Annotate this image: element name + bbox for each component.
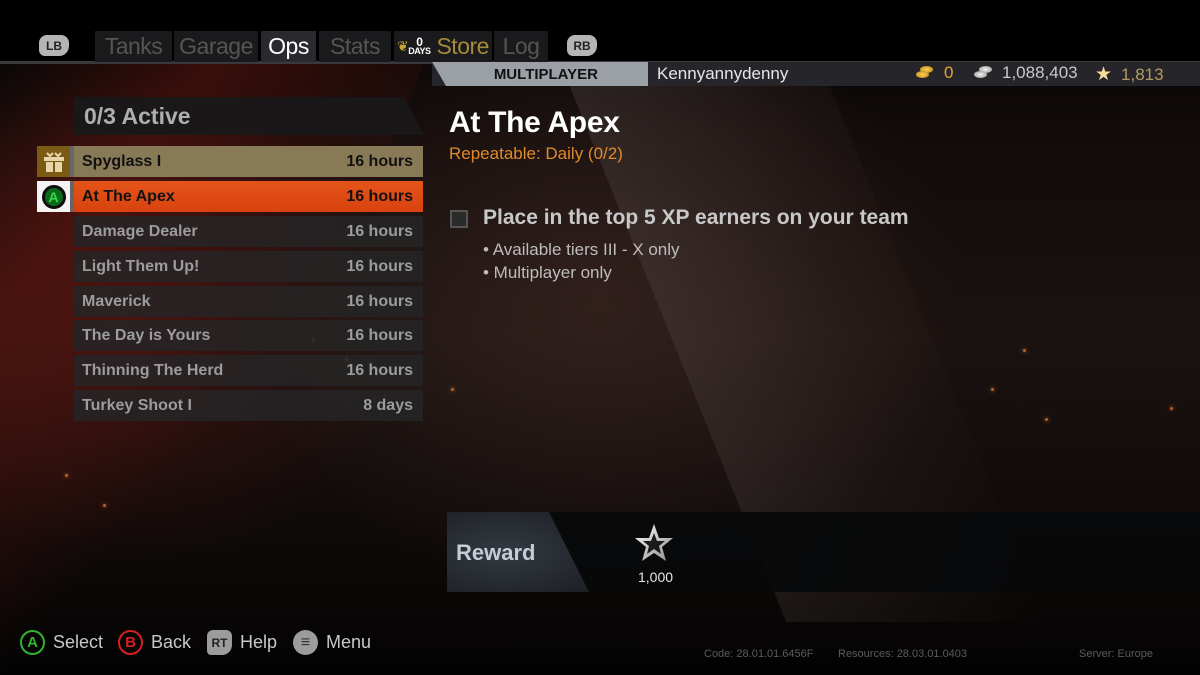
select-hint[interactable]: A Select (20, 630, 103, 655)
op-time: 16 hours (346, 152, 413, 170)
op-item-the-day-is-yours[interactable]: The Day is Yours 16 hours (74, 320, 423, 351)
gold-coins-icon (916, 66, 936, 80)
op-name: Light Them Up! (82, 257, 200, 275)
silver-coins-icon (974, 66, 994, 80)
op-repeatable-status: Repeatable: Daily (0/2) (449, 144, 623, 163)
op-item-at-the-apex[interactable]: At The Apex 16 hours (74, 181, 423, 212)
menu-hint[interactable]: ≡ Menu (293, 630, 371, 655)
reward-value: 1,000 (638, 569, 674, 585)
ember-particle (1170, 407, 1173, 410)
op-item-light-them-up[interactable]: Light Them Up! 16 hours (74, 251, 423, 282)
xp-star-icon (635, 524, 673, 561)
op-time: 16 hours (346, 187, 413, 205)
op-title: At The Apex (449, 106, 620, 139)
objective-checkbox (450, 210, 468, 228)
tab-garage[interactable]: Garage (174, 31, 258, 62)
back-hint[interactable]: B Back (118, 630, 191, 655)
tab-ops[interactable]: Ops (261, 31, 316, 62)
back-hint-label: Back (151, 632, 192, 652)
condition-tiers: • Available tiers III - X only (483, 240, 680, 259)
op-item-thinning-the-herd[interactable]: Thinning The Herd 16 hours (74, 355, 423, 386)
menu-icon: ≡ (293, 630, 318, 655)
op-name: Maverick (82, 292, 151, 310)
username: Kennyannydenny (657, 64, 789, 83)
rb-bumper-button[interactable]: RB (567, 35, 597, 56)
ember-particle (991, 388, 994, 391)
star-icon: ★ (1095, 64, 1113, 85)
credits-balance: 1,088,403 (974, 63, 1078, 83)
reward-label: Reward (456, 540, 536, 565)
lb-bumper-button[interactable]: LB (39, 35, 69, 56)
mode-tab-multiplayer[interactable]: MULTIPLAYER (432, 62, 648, 86)
op-name: Thinning The Herd (82, 361, 224, 379)
condition-multiplayer: • Multiplayer only (483, 263, 612, 282)
op-time: 16 hours (346, 361, 413, 379)
menu-hint-label: Menu (326, 632, 372, 652)
b-button-icon: B (118, 630, 143, 655)
select-hint-label: Select (53, 632, 104, 652)
gold-amount: 0 (944, 63, 954, 82)
a-glyph: A (41, 184, 66, 209)
a-button-icon: A (20, 630, 45, 655)
ember-particle (1023, 349, 1026, 352)
server-region: Server: Europe (1079, 648, 1153, 660)
credits-amount: 1,088,403 (1002, 63, 1078, 82)
laurel-icon: ❦ (397, 38, 409, 54)
code-version: Code: 28.01.01.6456F (704, 648, 814, 660)
tab-tanks[interactable]: Tanks (95, 31, 172, 62)
rt-trigger-icon: RT (207, 630, 232, 655)
ember-particle (65, 474, 68, 477)
days-badge: 0 DAYS (408, 36, 431, 56)
days-badge-label: DAYS (408, 45, 431, 56)
free-xp-balance: ★ 1,813 (1095, 63, 1164, 86)
op-name: The Day is Yours (82, 326, 211, 344)
ember-particle (103, 504, 106, 507)
op-time: 16 hours (346, 292, 413, 310)
ember-particle (451, 388, 454, 391)
objective-text: Place in the top 5 XP earners on your te… (483, 206, 909, 229)
op-time: 16 hours (346, 326, 413, 344)
op-name: Turkey Shoot I (82, 396, 192, 414)
resources-version: Resources: 28.03.01.0403 (838, 648, 968, 660)
op-item-spyglass[interactable]: Spyglass I 16 hours (74, 146, 423, 177)
tab-log[interactable]: Log (494, 31, 548, 62)
op-name: At The Apex (82, 187, 175, 205)
free-xp-amount: 1,813 (1121, 64, 1164, 84)
tab-store[interactable]: ❦ 0 DAYS Store (394, 31, 492, 62)
gift-icon (37, 146, 70, 177)
op-name: Damage Dealer (82, 222, 198, 240)
tab-stats[interactable]: Stats (319, 31, 391, 62)
op-time: 16 hours (346, 222, 413, 240)
a-button-icon: A (37, 181, 70, 212)
help-hint-label: Help (240, 632, 278, 652)
help-hint[interactable]: RT Help (207, 630, 277, 655)
op-item-turkey-shoot[interactable]: Turkey Shoot I 8 days (74, 390, 423, 421)
op-name: Spyglass I (82, 152, 162, 170)
gold-balance: 0 (916, 63, 953, 83)
tab-store-label: Store (436, 33, 489, 59)
op-item-maverick[interactable]: Maverick 16 hours (74, 286, 423, 317)
ember-particle (1045, 418, 1048, 421)
op-item-damage-dealer[interactable]: Damage Dealer 16 hours (74, 216, 423, 247)
active-count: 0/3 Active (84, 103, 191, 129)
op-time: 16 hours (346, 257, 413, 275)
op-time: 8 days (363, 396, 413, 414)
